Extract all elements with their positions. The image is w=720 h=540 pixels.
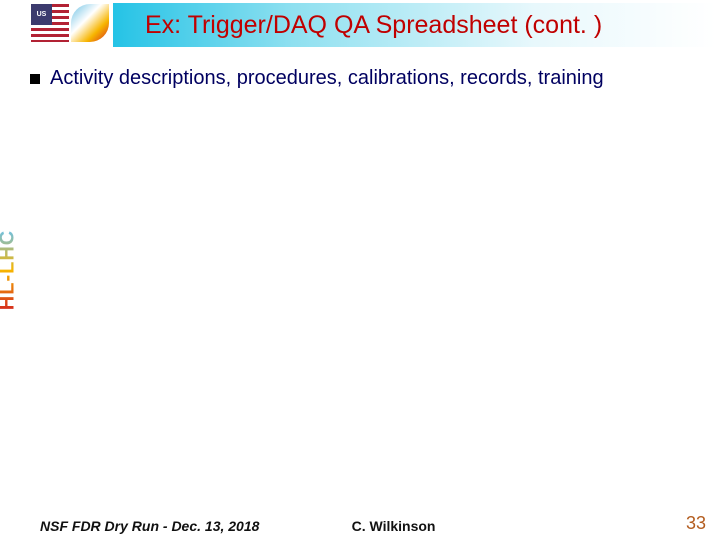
title-bar: Ex: Trigger/DAQ QA Spreadsheet (cont. ) <box>113 3 716 47</box>
logo-block: US <box>31 4 111 44</box>
bullet-item: Activity descriptions, procedures, calib… <box>30 67 604 90</box>
bullet-square-icon <box>30 74 40 84</box>
sidebar-label: HL-LHC <box>0 230 20 310</box>
footer: NSF FDR Dry Run - Dec. 13, 2018 C. Wilki… <box>0 512 720 534</box>
us-flag-label: US <box>31 4 52 25</box>
bullet-text: Activity descriptions, procedures, calib… <box>50 67 604 90</box>
footer-left: NSF FDR Dry Run - Dec. 13, 2018 <box>40 518 259 534</box>
slide: HL-LHC US Ex: Trigger/DAQ QA Spreadsheet… <box>0 0 720 540</box>
us-flag-icon: US <box>31 4 69 42</box>
page-number: 33 <box>686 513 706 534</box>
page-title: Ex: Trigger/DAQ QA Spreadsheet (cont. ) <box>145 11 602 40</box>
footer-center: C. Wilkinson <box>352 518 436 534</box>
cms-logo-icon <box>71 4 109 42</box>
